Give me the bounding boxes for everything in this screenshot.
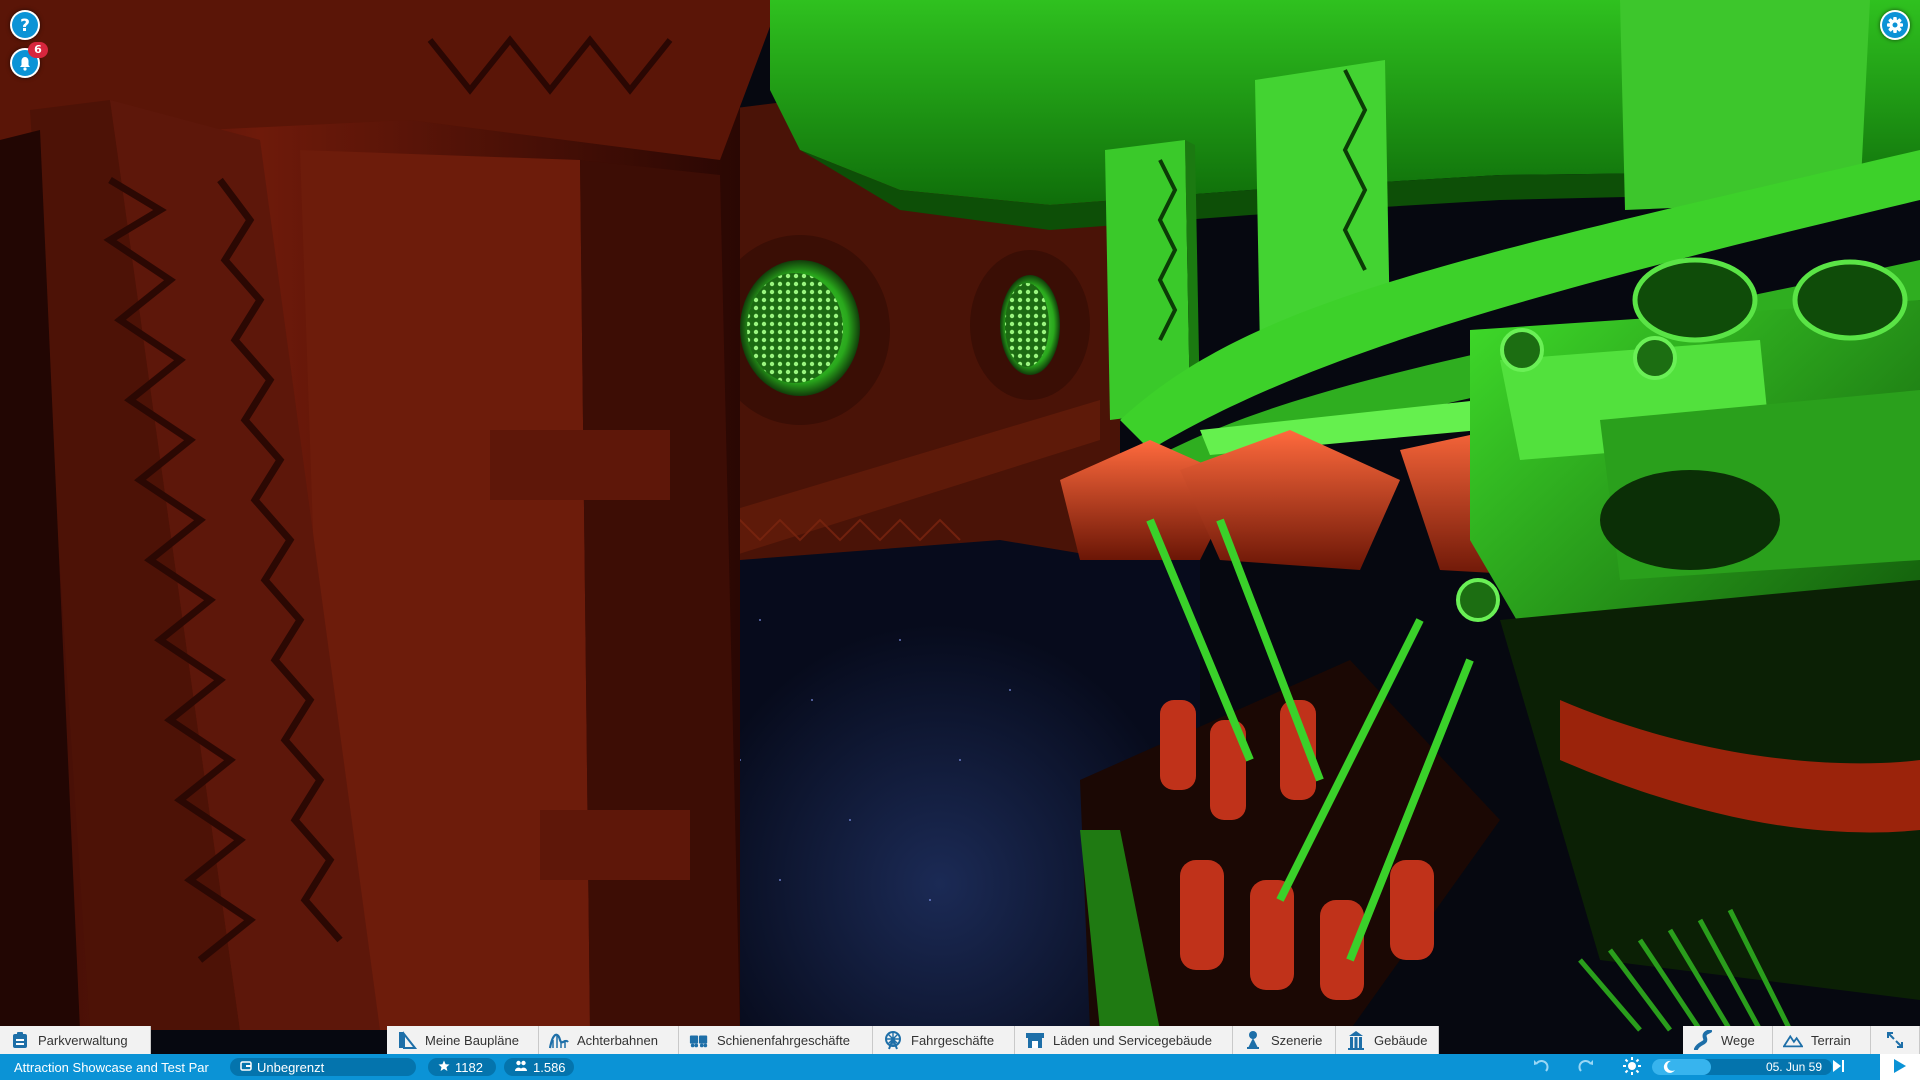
paths-button[interactable]: Wege xyxy=(1683,1026,1773,1054)
status-bar: Attraction Showcase and Test Par Unbegre… xyxy=(0,1054,1920,1080)
train-icon xyxy=(689,1030,709,1050)
track-rides-button[interactable]: Schienenfahrgeschäfte xyxy=(679,1026,873,1054)
terrain-label: Terrain xyxy=(1811,1032,1851,1048)
money-display[interactable]: Unbegrenzt xyxy=(230,1058,416,1076)
rating-value: 1182 xyxy=(455,1059,483,1075)
collapse-icon xyxy=(1885,1030,1905,1050)
building-icon xyxy=(1346,1030,1366,1050)
park-name[interactable]: Attraction Showcase and Test Par xyxy=(14,1054,209,1080)
weather-button[interactable] xyxy=(1622,1056,1642,1079)
guests-icon xyxy=(514,1060,528,1075)
date-progress-bar[interactable]: 05. Jun 59 xyxy=(1652,1059,1832,1075)
help-icon: ? xyxy=(10,10,40,40)
buildings-button[interactable]: Gebäude xyxy=(1336,1026,1439,1054)
collapse-toolbar-button[interactable] xyxy=(1871,1026,1920,1054)
play-icon xyxy=(1893,1058,1907,1077)
shop-icon xyxy=(1025,1030,1045,1050)
terrain-button[interactable]: Terrain xyxy=(1773,1026,1871,1054)
guest-count[interactable]: 1.586 xyxy=(504,1058,574,1076)
scenery-button[interactable]: Szenerie xyxy=(1233,1026,1336,1054)
track-rides-label: Schienenfahrgeschäfte xyxy=(717,1032,850,1048)
paths-label: Wege xyxy=(1721,1032,1755,1048)
park-management-label: Parkverwaltung xyxy=(38,1032,128,1048)
undo-icon xyxy=(1532,1057,1550,1078)
blueprint-icon xyxy=(397,1030,417,1050)
shops-label: Läden und Servicegebäude xyxy=(1053,1032,1213,1048)
guests-value: 1.586 xyxy=(533,1059,566,1075)
wallet-icon xyxy=(240,1060,252,1075)
redo-button[interactable] xyxy=(1576,1057,1596,1077)
date-progress-fill xyxy=(1652,1059,1712,1075)
star-icon xyxy=(438,1060,450,1075)
park-management-button[interactable]: Parkverwaltung xyxy=(0,1026,151,1054)
blueprints-button[interactable]: Meine Baupläne xyxy=(387,1026,539,1054)
redo-icon xyxy=(1577,1057,1595,1078)
build-toolbar: Parkverwaltung Meine Baupläne Achterbahn… xyxy=(0,1026,1920,1054)
buildings-label: Gebäude xyxy=(1374,1032,1428,1048)
flat-rides-label: Fahrgeschäfte xyxy=(911,1032,995,1048)
park-rating[interactable]: 1182 xyxy=(428,1058,496,1076)
mountain-icon xyxy=(1783,1030,1803,1050)
sun-icon xyxy=(1622,1056,1642,1079)
moon-icon xyxy=(1662,1059,1676,1075)
path-icon xyxy=(1693,1030,1713,1050)
fast-forward-button[interactable] xyxy=(1828,1057,1848,1077)
help-button[interactable]: ? xyxy=(10,10,40,40)
coasters-label: Achterbahnen xyxy=(577,1032,658,1048)
play-button[interactable] xyxy=(1880,1054,1920,1080)
scenery-label: Szenerie xyxy=(1271,1032,1323,1048)
scene-render xyxy=(0,0,1920,1080)
ferris-wheel-icon xyxy=(883,1030,903,1050)
notifications-button[interactable]: 6 xyxy=(10,42,48,78)
settings-button[interactable] xyxy=(1880,10,1910,40)
scenery-icon xyxy=(1243,1030,1263,1050)
game-viewport[interactable] xyxy=(0,0,1920,1080)
shops-button[interactable]: Läden und Servicegebäude xyxy=(1015,1026,1233,1054)
coaster-icon xyxy=(549,1030,569,1050)
svg-text:?: ? xyxy=(20,16,30,36)
undo-button[interactable] xyxy=(1531,1057,1551,1077)
gear-icon xyxy=(1880,10,1910,40)
fast-forward-icon xyxy=(1831,1059,1845,1076)
money-value: Unbegrenzt xyxy=(257,1059,325,1075)
notification-count-badge: 6 xyxy=(28,42,48,58)
coasters-button[interactable]: Achterbahnen xyxy=(539,1026,679,1054)
blueprints-label: Meine Baupläne xyxy=(425,1032,519,1048)
date-display: 05. Jun 59 xyxy=(1765,1060,1822,1074)
clipboard-icon xyxy=(10,1030,30,1050)
flat-rides-button[interactable]: Fahrgeschäfte xyxy=(873,1026,1015,1054)
